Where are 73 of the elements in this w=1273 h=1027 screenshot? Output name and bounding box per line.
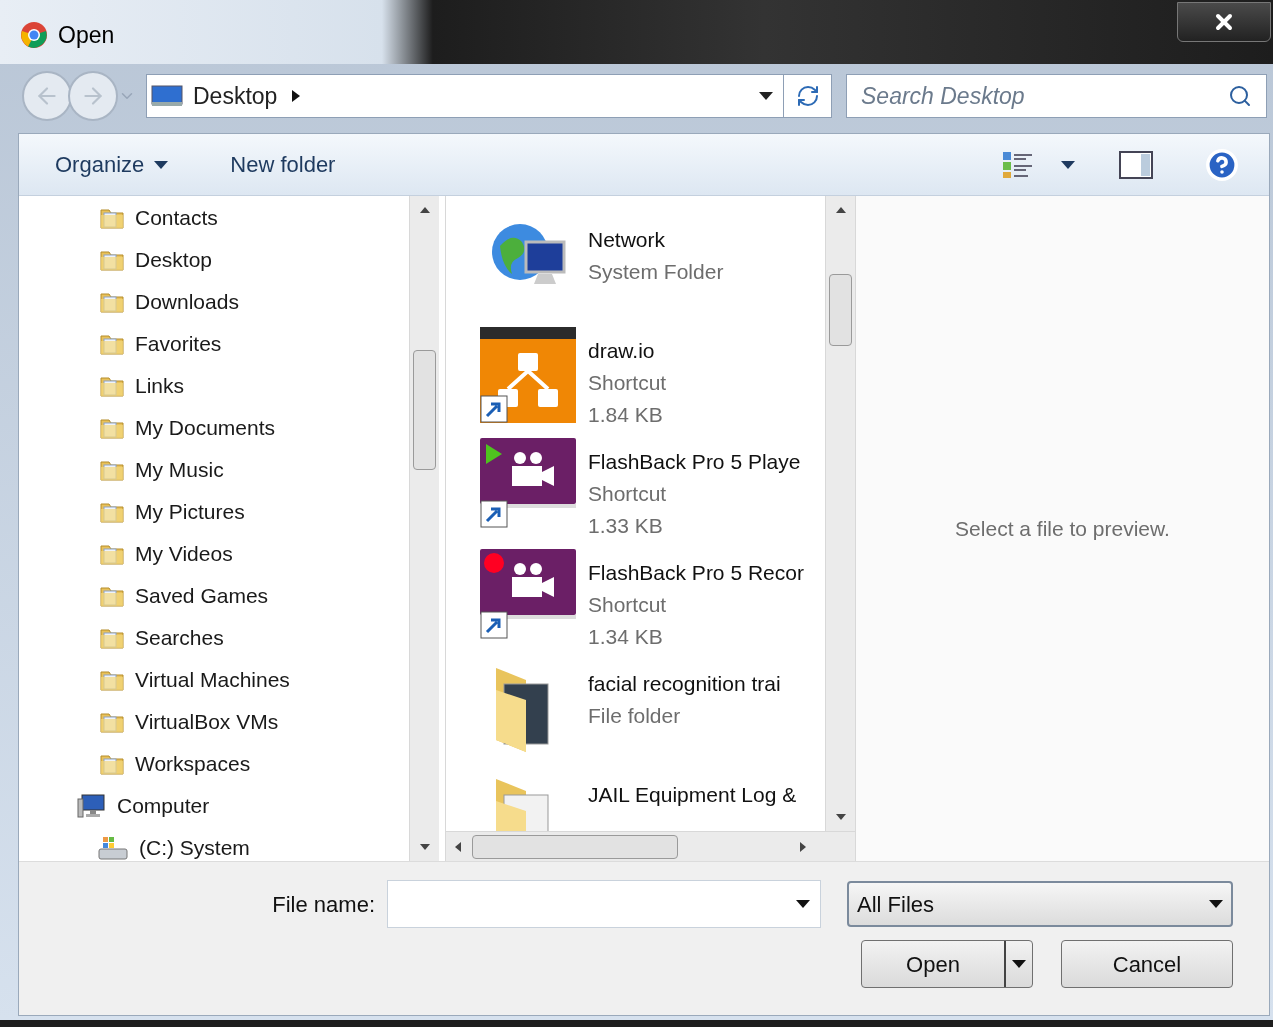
nav-tree-item[interactable]: My Music bbox=[19, 449, 409, 491]
computer-icon bbox=[77, 793, 107, 819]
preview-message: Select a file to preview. bbox=[955, 515, 1170, 542]
file-size: 1.33 KB bbox=[588, 513, 664, 539]
cancel-button[interactable]: Cancel bbox=[1061, 940, 1233, 988]
address-bar[interactable]: Desktop bbox=[146, 74, 832, 118]
dropdown-caret-icon[interactable] bbox=[1061, 160, 1075, 169]
file-name: facial recognition trai bbox=[588, 671, 781, 697]
nav-tree-item[interactable]: (C:) System bbox=[19, 827, 409, 861]
scroll-left-arrow-icon[interactable] bbox=[454, 840, 462, 853]
drive-icon bbox=[97, 835, 129, 861]
scrollbar-thumb[interactable] bbox=[413, 350, 436, 470]
nav-tree-item[interactable]: Downloads bbox=[19, 281, 409, 323]
file-name: FlashBack Pro 5 Playe bbox=[588, 449, 801, 475]
file-list-item[interactable]: facial recognition trai File folder bbox=[480, 660, 825, 771]
file-name: FlashBack Pro 5 Recor bbox=[588, 560, 804, 586]
file-name: draw.io bbox=[588, 338, 656, 364]
nav-tree-item[interactable]: My Videos bbox=[19, 533, 409, 575]
scroll-up-arrow-icon[interactable] bbox=[834, 206, 847, 214]
file-name-label: File name: bbox=[271, 890, 376, 919]
breadcrumb-item[interactable]: Desktop bbox=[193, 78, 278, 114]
nav-tree-item[interactable]: Links bbox=[19, 365, 409, 407]
file-type: System Folder bbox=[588, 259, 724, 285]
nav-tree-item[interactable]: Contacts bbox=[19, 197, 409, 239]
close-button[interactable] bbox=[1177, 2, 1271, 42]
nav-tree-item[interactable]: Favorites bbox=[19, 323, 409, 365]
search-field[interactable]: Search Desktop bbox=[861, 78, 1228, 114]
preview-pane-icon[interactable] bbox=[1119, 150, 1153, 179]
browser-logo-icon bbox=[20, 21, 48, 50]
dropdown-caret-icon bbox=[1209, 900, 1223, 908]
scroll-right-arrow-icon[interactable] bbox=[799, 840, 807, 853]
scroll-down-arrow-icon[interactable] bbox=[418, 843, 431, 851]
scrollbar-thumb[interactable] bbox=[829, 274, 852, 346]
nav-tree-item[interactable]: Virtual Machines bbox=[19, 659, 409, 701]
scroll-down-arrow-icon[interactable] bbox=[834, 813, 847, 821]
video-camera-app-shortcut-icon bbox=[480, 438, 576, 528]
desktop-icon bbox=[151, 84, 183, 108]
file-name: Network bbox=[588, 227, 667, 253]
file-size: 1.84 KB bbox=[588, 402, 664, 428]
file-list-item[interactable]: FlashBack Pro 5 Playe Shortcut 1.33 KB bbox=[480, 438, 825, 549]
search-box[interactable]: Search Desktop bbox=[846, 74, 1267, 118]
scroll-up-arrow-icon[interactable] bbox=[418, 206, 431, 214]
file-type-dropdown[interactable]: All Files bbox=[847, 881, 1233, 927]
refresh-icon[interactable] bbox=[795, 84, 820, 108]
file-name: JAIL Equipment Log & bbox=[588, 782, 797, 808]
diagram-app-shortcut-icon bbox=[480, 327, 576, 423]
nav-tree-item[interactable]: My Documents bbox=[19, 407, 409, 449]
open-options-caret-icon[interactable] bbox=[1012, 960, 1026, 968]
dropdown-caret-icon[interactable] bbox=[759, 92, 773, 100]
nav-tree-item[interactable]: Computer bbox=[19, 785, 409, 827]
organize-menu-button[interactable]: Organize bbox=[55, 148, 169, 181]
file-type: Shortcut bbox=[588, 481, 668, 507]
help-icon[interactable] bbox=[1205, 147, 1239, 182]
file-list-item[interactable]: FlashBack Pro 5 Recor Shortcut 1.34 KB bbox=[480, 549, 825, 660]
nav-tree-item[interactable]: Desktop bbox=[19, 239, 409, 281]
new-folder-button[interactable]: New folder bbox=[230, 148, 336, 181]
nav-tree-item[interactable]: Searches bbox=[19, 617, 409, 659]
breadcrumb-arrow-icon[interactable] bbox=[291, 89, 302, 103]
window-title: Open bbox=[58, 21, 115, 50]
dropdown-caret-icon bbox=[154, 160, 169, 169]
file-type: Shortcut bbox=[588, 370, 667, 396]
file-size: 1.34 KB bbox=[588, 624, 664, 650]
nav-tree-item[interactable]: Workspaces bbox=[19, 743, 409, 785]
file-type: File folder bbox=[588, 703, 682, 729]
search-icon[interactable] bbox=[1228, 84, 1252, 108]
nav-tree-item[interactable]: Saved Games bbox=[19, 575, 409, 617]
file-list-item[interactable]: Network System Folder bbox=[480, 216, 825, 327]
file-list-item[interactable]: draw.io Shortcut 1.84 KB bbox=[480, 327, 825, 438]
file-type: Shortcut bbox=[588, 592, 668, 618]
nav-tree-item[interactable]: My Pictures bbox=[19, 491, 409, 533]
dropdown-caret-icon[interactable] bbox=[796, 900, 810, 908]
nav-tree-item[interactable]: VirtualBox VMs bbox=[19, 701, 409, 743]
video-camera-app-shortcut-icon bbox=[480, 549, 576, 639]
